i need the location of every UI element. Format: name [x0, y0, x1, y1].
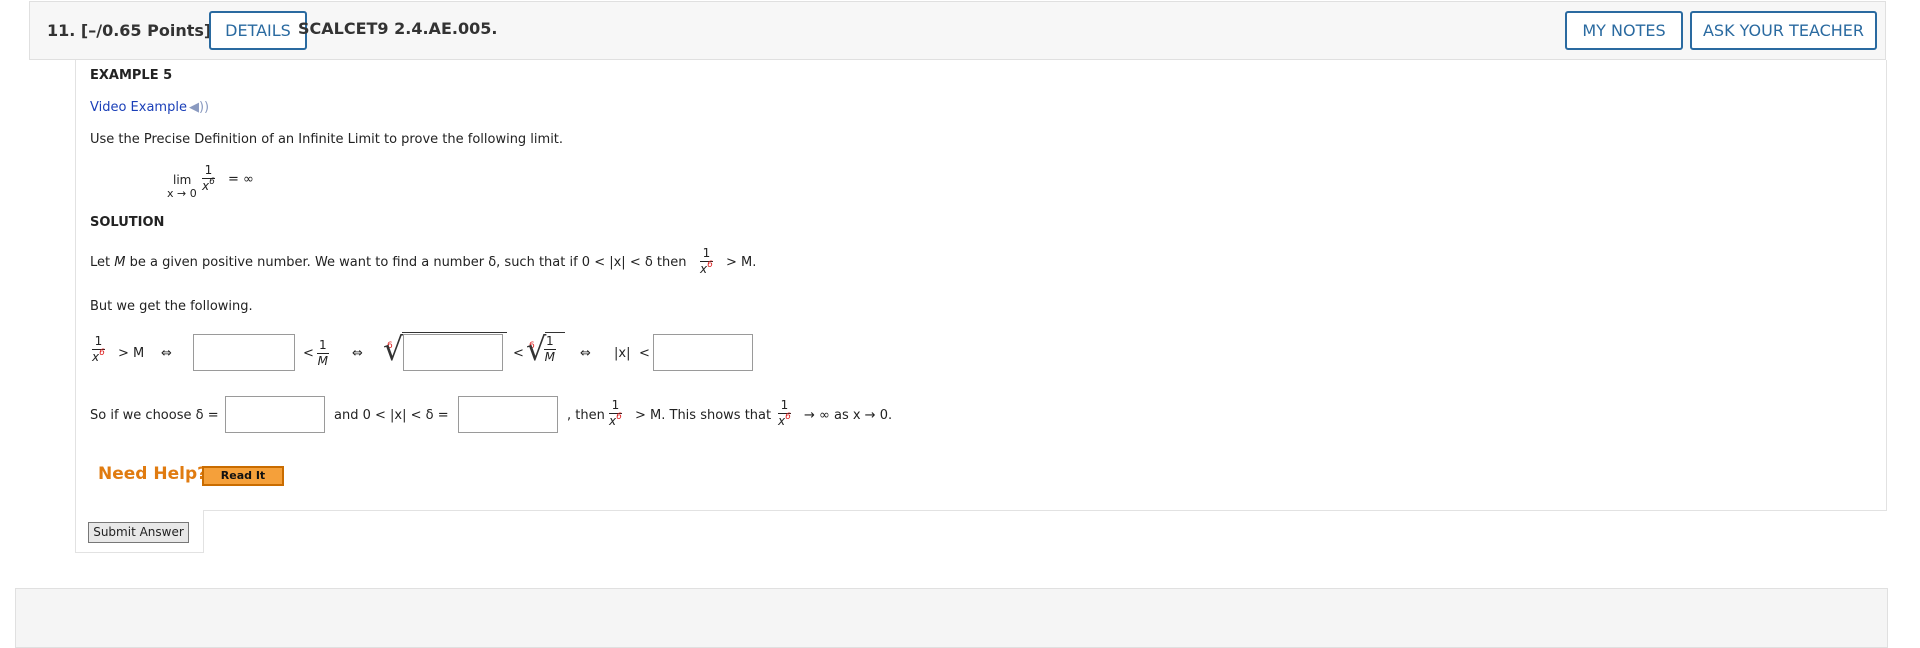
one-over-m-2: 1 M	[544, 334, 556, 364]
question-number-points: 11. [–/0.65 Points]	[47, 21, 212, 40]
line3-fraction-1: 1 x6	[609, 398, 622, 428]
limit-fraction: 1 x6	[202, 163, 215, 193]
video-example[interactable]: Video Example ◀))	[90, 100, 209, 115]
solution-line-2: But we get the following.	[90, 299, 253, 314]
abs-x: |x|	[614, 346, 631, 361]
read-it-button[interactable]: Read It	[202, 466, 284, 486]
solution-line-1: Let M be a given positive number. We wan…	[90, 255, 687, 270]
lt-3: <	[639, 346, 650, 361]
question-content-panel	[75, 60, 1887, 511]
lt-2: <	[513, 346, 524, 361]
next-question-panel	[15, 588, 1888, 648]
line1-suffix: > M.	[726, 255, 757, 270]
then-text: , then	[567, 408, 605, 423]
iff-1: ⇔	[161, 346, 172, 361]
radical-icon: √	[383, 330, 404, 368]
lim-word: lim	[173, 173, 192, 187]
iff-3: ⇔	[580, 346, 591, 361]
one-over-m-1: 1 M	[317, 338, 329, 368]
line1-fraction: 1 x6	[700, 246, 713, 276]
line3-end: → ∞ as x → 0.	[804, 408, 893, 423]
details-button[interactable]: DETAILS	[209, 11, 307, 50]
ask-your-teacher-button[interactable]: ASK YOUR TEACHER	[1690, 11, 1877, 50]
example-heading: EXAMPLE 5	[90, 68, 173, 83]
iff-2: ⇔	[352, 346, 363, 361]
answer-box-2[interactable]	[403, 334, 503, 371]
my-notes-button[interactable]: MY NOTES	[1565, 11, 1683, 50]
solution-heading: SOLUTION	[90, 215, 165, 230]
question-code: SCALCET9 2.4.AE.005.	[298, 19, 498, 38]
answer-box-1[interactable]	[193, 334, 295, 371]
choose-delta-text: So if we choose δ =	[90, 408, 219, 423]
shows-text: > M. This shows that	[635, 408, 772, 423]
speaker-icon[interactable]: ◀))	[189, 100, 209, 115]
radical-bar	[402, 332, 507, 333]
intro-text: Use the Precise Definition of an Infinit…	[90, 132, 564, 147]
submit-answer-button[interactable]: Submit Answer	[88, 522, 189, 543]
chain-gt-m: > M	[118, 346, 145, 361]
delta-condition-text: and 0 < |x| < δ =	[334, 408, 449, 423]
chain-fraction: 1 x6	[92, 334, 105, 364]
line3-fraction-2: 1 x6	[778, 398, 791, 428]
video-example-link[interactable]: Video Example	[90, 100, 187, 115]
equals-infinity: = ∞	[228, 172, 254, 187]
lt-1: <	[303, 346, 314, 361]
delta-box-1[interactable]	[225, 396, 325, 433]
delta-box-2[interactable]	[458, 396, 558, 433]
answer-box-3[interactable]	[653, 334, 753, 371]
lim-subscript: x → 0	[167, 187, 197, 200]
need-help-label: Need Help?	[98, 464, 207, 484]
radical-bar-2	[545, 332, 565, 333]
